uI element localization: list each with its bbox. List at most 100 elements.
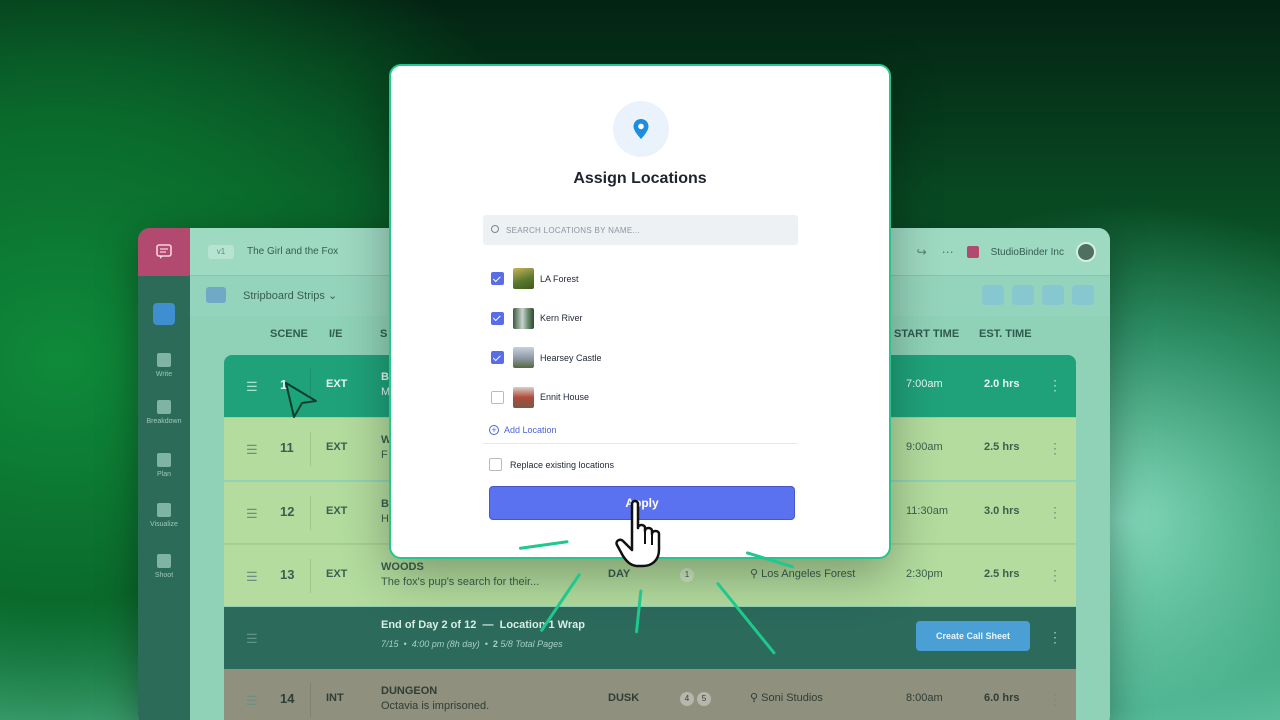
- col-scene-desc[interactable]: S: [380, 328, 387, 340]
- location-name: Ennit House: [540, 392, 590, 403]
- drag-handle-icon[interactable]: ☰: [246, 379, 258, 395]
- start-time: 9:00am: [906, 441, 943, 453]
- share-icon[interactable]: ↪: [915, 245, 929, 259]
- location-thumbnail: [513, 386, 534, 408]
- sidebar-item-shoot[interactable]: Shoot: [138, 554, 190, 579]
- sidebar-item-plan[interactable]: Plan: [138, 453, 190, 478]
- project-title: The Girl and the Fox: [247, 246, 339, 257]
- location-search[interactable]: [483, 215, 798, 245]
- start-time: 11:30am: [906, 505, 948, 517]
- toolbar-tool-3[interactable]: [1042, 285, 1064, 305]
- cursor-arrow-icon: [285, 382, 317, 418]
- end-of-day-title: End of Day 2 of 12 — Location 1 Wrap: [381, 619, 585, 631]
- location-name: LA Forest: [540, 273, 579, 284]
- location-checkbox[interactable]: [491, 390, 504, 404]
- col-ie[interactable]: I/E: [329, 328, 342, 340]
- map-pin-icon: [633, 119, 649, 139]
- search-input[interactable]: [506, 215, 791, 245]
- visualize-icon: [157, 503, 171, 517]
- start-time: 8:00am: [906, 692, 943, 704]
- add-location-button[interactable]: + Add Location: [489, 425, 557, 435]
- int-ext: EXT: [326, 505, 348, 517]
- sidebar-active-item[interactable]: [153, 303, 175, 325]
- drag-handle-icon[interactable]: ☰: [246, 631, 258, 647]
- scene-number: 11: [280, 440, 294, 455]
- replace-existing-option[interactable]: Replace existing locations: [489, 458, 614, 471]
- modal-title: Assign Locations: [573, 170, 707, 187]
- drag-handle-icon[interactable]: ☰: [246, 693, 258, 709]
- view-dropdown[interactable]: Stripboard Strips ⌄: [243, 289, 337, 302]
- location-name: Hearsey Castle: [540, 352, 602, 363]
- drag-handle-icon[interactable]: ☰: [246, 506, 258, 522]
- scene-location: ⚲ Los Angeles Forest: [750, 568, 856, 580]
- int-ext: EXT: [326, 378, 348, 390]
- drag-handle-icon[interactable]: ☰: [246, 442, 258, 458]
- start-time: 2:30pm: [906, 568, 943, 580]
- row-more-icon[interactable]: ⋮: [1048, 377, 1062, 394]
- map-pin-icon: ⚲: [750, 568, 759, 580]
- shoot-icon: [157, 554, 171, 568]
- table-row[interactable]: ☰ 14 INT DUNGEON Octavia is imprisoned. D…: [224, 669, 1076, 720]
- int-ext: INT: [326, 692, 344, 704]
- scene-heading: BH: [381, 498, 389, 525]
- org-name[interactable]: StudioBinder Inc: [991, 247, 1064, 258]
- location-thumbnail: [513, 307, 534, 329]
- row-more-icon[interactable]: ⋮: [1048, 504, 1062, 521]
- row-more-icon[interactable]: ⋮: [1048, 567, 1062, 584]
- list-item[interactable]: LA Forest: [491, 259, 791, 299]
- int-ext: EXT: [326, 441, 348, 453]
- int-ext: EXT: [326, 568, 348, 580]
- location-name: Kern River: [540, 313, 583, 324]
- scene-number: 13: [280, 567, 295, 582]
- start-time: 7:00am: [906, 378, 943, 390]
- list-item[interactable]: Kern River: [491, 299, 791, 339]
- est-time: 2.0 hrs: [984, 378, 1020, 390]
- version-badge[interactable]: v1: [208, 245, 234, 259]
- toolbar-more-button[interactable]: [1072, 285, 1094, 305]
- org-logo-icon: [966, 246, 979, 258]
- list-item[interactable]: Hearsey Castle: [491, 338, 791, 378]
- page-count: 1: [680, 568, 697, 582]
- col-start-time[interactable]: START TIME: [894, 328, 959, 340]
- col-scene[interactable]: SCENE: [270, 328, 308, 340]
- pencil-icon: [157, 353, 171, 367]
- sidebar-item-write[interactable]: Write: [138, 353, 190, 378]
- est-time: 2.5 hrs: [984, 441, 1020, 453]
- divider: [483, 443, 798, 444]
- scene-number: 12: [280, 504, 295, 519]
- toolbar-tool-2[interactable]: [1012, 285, 1034, 305]
- location-checkbox[interactable]: [491, 272, 504, 286]
- more-icon[interactable]: ⋯: [941, 245, 955, 259]
- sidebar-item-visualize[interactable]: Visualize: [138, 503, 190, 528]
- location-checkbox[interactable]: [491, 311, 504, 325]
- search-icon: [491, 225, 499, 233]
- location-list: LA Forest Kern River Hearsey Castle Enni…: [491, 259, 791, 417]
- sidebar-item-breakdown[interactable]: Breakdown: [138, 400, 190, 425]
- row-more-icon[interactable]: ⋮: [1048, 440, 1062, 457]
- scene-heading: DUNGEON Octavia is imprisoned.: [381, 685, 490, 712]
- toolbar-tool-1[interactable]: [982, 285, 1004, 305]
- col-est-time[interactable]: EST. TIME: [979, 328, 1032, 340]
- day-night: DUSK: [608, 692, 640, 704]
- plus-icon: +: [489, 425, 499, 435]
- assign-locations-dialog: Assign Locations LA Forest Kern River He…: [389, 64, 891, 559]
- hand-pointer-icon: [615, 499, 661, 568]
- drag-handle-icon[interactable]: ☰: [246, 569, 258, 585]
- end-of-day-row[interactable]: ☰ End of Day 2 of 12 — Location 1 Wrap 7…: [224, 607, 1076, 669]
- avatar[interactable]: [1076, 242, 1096, 262]
- location-checkbox[interactable]: [491, 351, 504, 365]
- create-call-sheet-button[interactable]: Create Call Sheet: [916, 621, 1030, 651]
- est-time: 6.0 hrs: [984, 692, 1020, 704]
- est-time: 3.0 hrs: [984, 505, 1020, 517]
- location-thumbnail: [513, 268, 534, 290]
- page-count: 45: [680, 692, 714, 706]
- replace-existing-checkbox[interactable]: [489, 458, 502, 471]
- chevron-down-icon: ⌄: [328, 290, 338, 302]
- app-logo[interactable]: [138, 228, 190, 276]
- row-more-icon[interactable]: ⋮: [1048, 629, 1062, 646]
- est-time: 2.5 hrs: [984, 568, 1020, 580]
- list-item[interactable]: Ennit House: [491, 378, 791, 418]
- plan-icon: [157, 453, 171, 467]
- scene-location: ⚲ Soni Studios: [750, 692, 823, 704]
- row-more-icon[interactable]: ⋮: [1048, 691, 1062, 708]
